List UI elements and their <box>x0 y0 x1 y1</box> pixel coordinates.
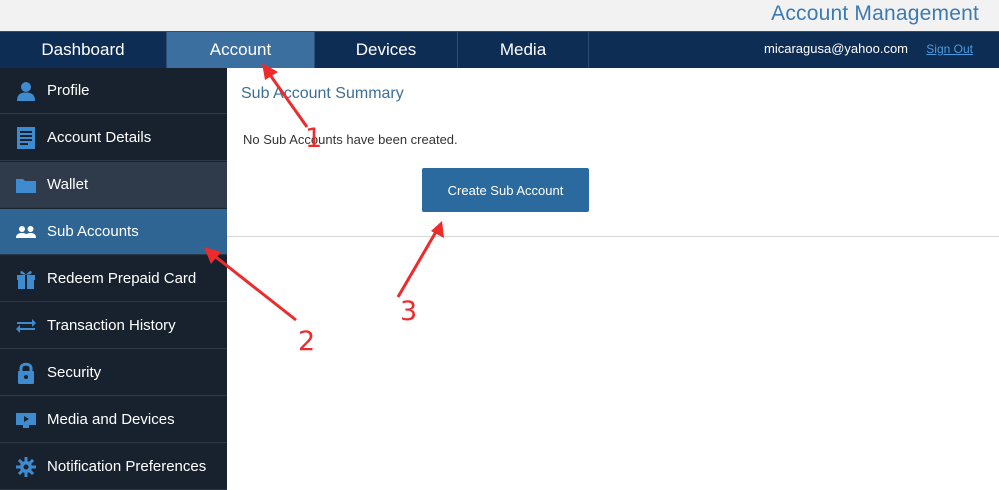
users-icon <box>14 220 38 244</box>
sign-out-link[interactable]: Sign Out <box>926 42 973 56</box>
content-divider <box>227 236 999 237</box>
main-content: Sub Account Summary No Sub Accounts have… <box>227 68 999 490</box>
document-icon <box>14 126 38 150</box>
transfer-arrows-icon <box>14 314 38 338</box>
sidebar-item-account-details[interactable]: Account Details <box>0 115 227 161</box>
person-icon <box>14 79 38 103</box>
tab-account[interactable]: Account <box>167 32 315 68</box>
tab-dashboard[interactable]: Dashboard <box>0 32 167 68</box>
empty-state-message: No Sub Accounts have been created. <box>243 132 458 147</box>
sidebar-item-label: Media and Devices <box>47 411 175 428</box>
gear-icon <box>14 455 38 479</box>
page-title: Sub Account Summary <box>241 85 404 102</box>
sidebar-item-sub-accounts[interactable]: Sub Accounts <box>0 209 227 255</box>
sidebar-item-wallet[interactable]: Wallet <box>0 162 227 208</box>
sidebar: Profile Account Details Wallet Sub Accou… <box>0 68 227 490</box>
sidebar-item-label: Redeem Prepaid Card <box>47 270 197 287</box>
sidebar-item-profile[interactable]: Profile <box>0 68 227 114</box>
sidebar-item-label: Wallet <box>47 176 89 193</box>
sidebar-item-label: Sub Accounts <box>47 223 139 240</box>
tab-devices[interactable]: Devices <box>315 32 458 68</box>
sidebar-item-media-and-devices[interactable]: Media and Devices <box>0 397 227 443</box>
sidebar-item-security[interactable]: Security <box>0 350 227 396</box>
sidebar-item-notification-preferences[interactable]: Notification Preferences <box>0 444 227 490</box>
lock-icon <box>14 361 38 385</box>
sidebar-item-redeem-prepaid-card[interactable]: Redeem Prepaid Card <box>0 256 227 302</box>
sidebar-item-label: Notification Preferences <box>47 458 207 475</box>
media-device-icon <box>14 408 38 432</box>
top-header-strip: Account Management <box>0 0 999 31</box>
sidebar-item-label: Transaction History <box>47 317 176 334</box>
sidebar-item-label: Profile <box>47 82 90 99</box>
gift-icon <box>14 267 38 291</box>
app-title: Account Management <box>771 2 979 25</box>
main-navbar: Dashboard Account Devices Media micaragu… <box>0 31 999 68</box>
create-sub-account-button[interactable]: Create Sub Account <box>422 168 589 212</box>
sidebar-item-label: Security <box>47 364 102 381</box>
wallet-icon <box>14 173 38 197</box>
sidebar-item-transaction-history[interactable]: Transaction History <box>0 303 227 349</box>
sidebar-item-label: Account Details <box>47 129 152 146</box>
user-email: micaragusa@yahoo.com <box>764 41 908 56</box>
tab-media[interactable]: Media <box>458 32 589 68</box>
